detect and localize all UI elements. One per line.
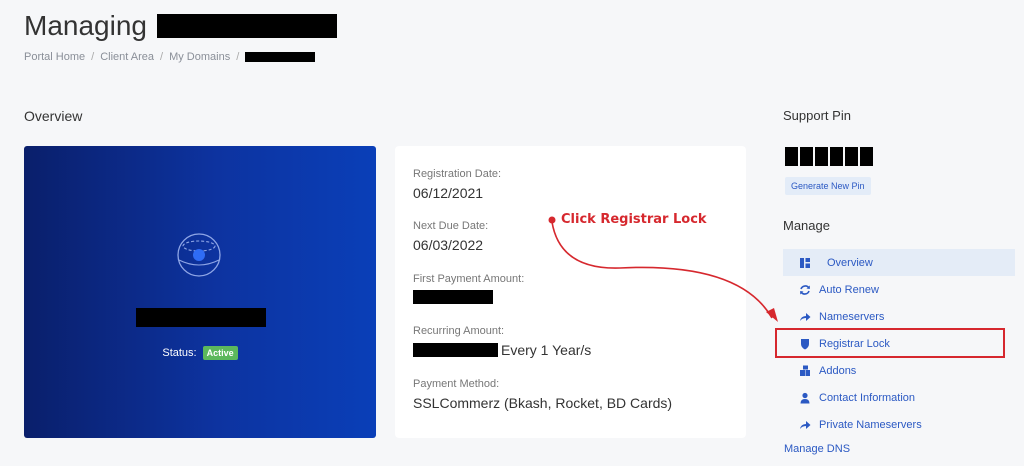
redacted-support-pin bbox=[785, 147, 875, 166]
overview-heading: Overview bbox=[24, 108, 83, 124]
annotation-callout: Click Registrar Lock bbox=[561, 212, 707, 227]
domain-summary-card: Status: Active bbox=[24, 146, 376, 438]
redacted-amount bbox=[413, 290, 493, 304]
support-pin-heading: Support Pin bbox=[783, 108, 851, 123]
domain-details-card: Registration Date: 06/12/2021 Next Due D… bbox=[395, 146, 746, 438]
share-arrow-icon bbox=[800, 312, 811, 321]
redacted-amount bbox=[413, 343, 498, 357]
redacted-domain-label bbox=[136, 308, 266, 327]
status-label: Status: bbox=[162, 347, 197, 359]
payment-method-block: Payment Method: SSLCommerz (Bkash, Rocke… bbox=[413, 378, 672, 411]
redacted-domain-name bbox=[156, 14, 337, 38]
recurring-amount-value: Every 1 Year/s bbox=[413, 342, 591, 358]
page-title: Managing bbox=[24, 10, 337, 42]
breadcrumb-separator: / bbox=[236, 51, 240, 63]
page-title-text: Managing bbox=[24, 10, 147, 41]
manage-heading: Manage bbox=[783, 218, 830, 233]
dashboard-icon bbox=[800, 257, 810, 268]
refresh-icon bbox=[800, 284, 810, 295]
recurring-period: Every 1 Year/s bbox=[501, 342, 592, 358]
manage-item-addons[interactable]: Addons bbox=[783, 357, 1015, 384]
manage-item-auto-renew[interactable]: Auto Renew bbox=[783, 276, 1015, 303]
manage-item-overview[interactable]: Overview bbox=[783, 249, 1015, 276]
status-badge: Active bbox=[202, 346, 238, 360]
registration-date-value: 06/12/2021 bbox=[413, 185, 484, 201]
recurring-amount-label: Recurring Amount: bbox=[413, 325, 505, 337]
payment-method-value: SSLCommerz (Bkash, Rocket, BD Cards) bbox=[413, 395, 673, 411]
recurring-amount-block: Recurring Amount: Every 1 Year/s bbox=[413, 325, 591, 358]
next-due-date-block: Next Due Date: 06/03/2022 bbox=[413, 220, 488, 253]
manage-item-label: Auto Renew bbox=[819, 283, 879, 296]
cubes-icon bbox=[800, 365, 810, 376]
next-due-date-value: 06/03/2022 bbox=[413, 237, 484, 253]
breadcrumb-portal-home[interactable]: Portal Home bbox=[24, 51, 85, 63]
globe-icon bbox=[177, 233, 221, 277]
manage-item-private-nameservers[interactable]: Private Nameservers bbox=[783, 411, 1015, 438]
breadcrumb-separator: / bbox=[91, 51, 95, 63]
breadcrumb-separator: / bbox=[160, 51, 164, 63]
manage-item-label: Contact Information bbox=[819, 391, 915, 404]
first-payment-label: First Payment Amount: bbox=[413, 273, 525, 285]
breadcrumb-redacted-domain bbox=[245, 52, 316, 62]
breadcrumb-my-domains[interactable]: My Domains bbox=[169, 51, 230, 63]
manage-item-label: Overview bbox=[827, 256, 873, 269]
manage-item-label: Nameservers bbox=[819, 310, 885, 323]
payment-method-label: Payment Method: bbox=[413, 378, 500, 390]
next-due-date-label: Next Due Date: bbox=[413, 220, 489, 232]
first-payment-block: First Payment Amount: bbox=[413, 273, 524, 304]
share-arrow-icon bbox=[800, 420, 811, 429]
user-icon bbox=[800, 392, 810, 403]
manage-item-label: Addons bbox=[819, 364, 857, 377]
registrar-lock-highlight bbox=[775, 328, 1005, 358]
generate-new-pin-button[interactable]: Generate New Pin bbox=[785, 177, 871, 195]
manage-item-label: Private Nameservers bbox=[819, 418, 922, 431]
breadcrumb-client-area[interactable]: Client Area bbox=[100, 51, 154, 63]
manage-item-nameservers[interactable]: Nameservers bbox=[783, 303, 1015, 330]
first-payment-value bbox=[413, 290, 524, 304]
breadcrumb: Portal Home / Client Area / My Domains / bbox=[24, 51, 316, 63]
manage-item-contact-information[interactable]: Contact Information bbox=[783, 384, 1015, 411]
registration-date-label: Registration Date: bbox=[413, 168, 502, 180]
manage-dns-link[interactable]: Manage DNS bbox=[784, 443, 850, 455]
registration-date-block: Registration Date: 06/12/2021 bbox=[413, 168, 501, 201]
status-row: Status: Active bbox=[24, 346, 376, 360]
